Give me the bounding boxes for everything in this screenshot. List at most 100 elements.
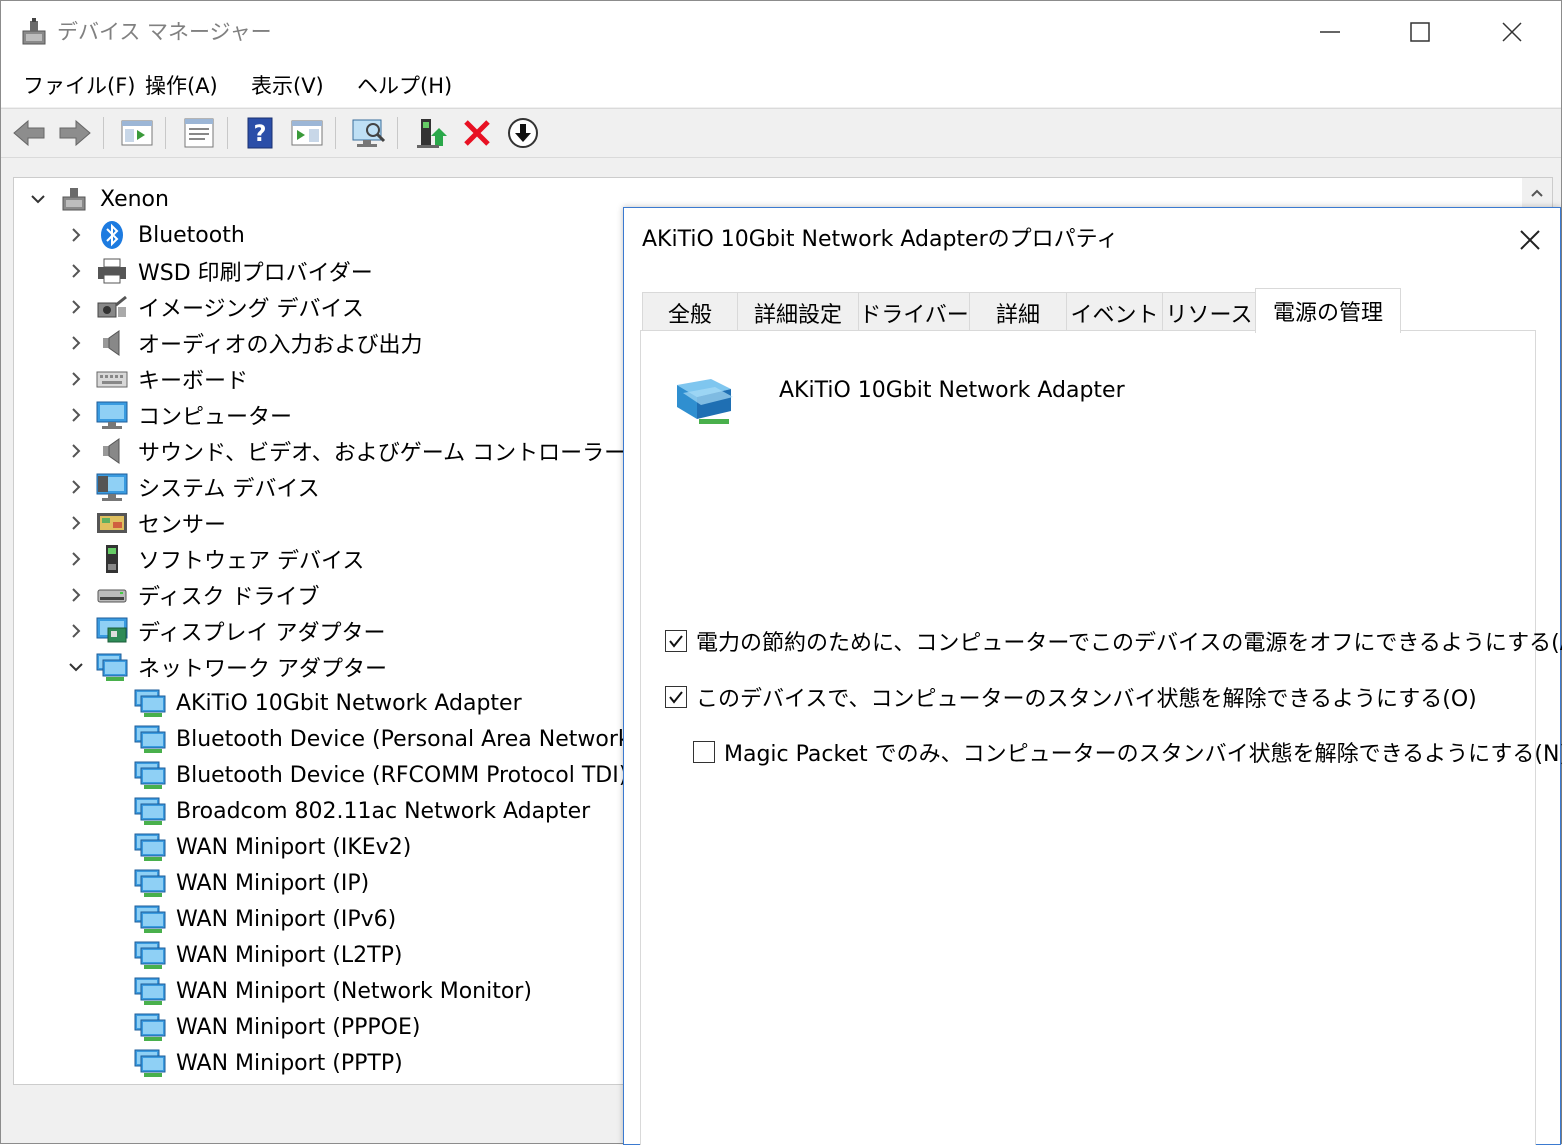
tree-device-item[interactable]: WAN Miniport (IPv6) bbox=[134, 902, 396, 936]
chevron-right-icon[interactable] bbox=[64, 583, 88, 607]
tree-category[interactable]: オーディオの入力および出力 bbox=[64, 326, 422, 360]
chevron-right-icon[interactable] bbox=[64, 403, 88, 427]
chevron-right-icon[interactable] bbox=[64, 619, 88, 643]
close-window-button[interactable] bbox=[1467, 9, 1557, 55]
tab-driver[interactable]: ドライバー bbox=[858, 292, 970, 332]
back-arrow-icon[interactable] bbox=[11, 116, 47, 150]
scan-hardware-icon[interactable] bbox=[351, 116, 387, 150]
menu-view[interactable]: 表示(V) bbox=[251, 71, 324, 101]
title-bar: デバイス マネージャー bbox=[1, 1, 1561, 63]
tree-category[interactable]: ディスプレイ アダプター bbox=[64, 614, 385, 648]
action-pane-icon[interactable] bbox=[289, 116, 325, 150]
tree-item-label: センサー bbox=[138, 513, 227, 538]
tree-root-xenon[interactable]: Xenon bbox=[26, 182, 169, 216]
chevron-right-icon[interactable] bbox=[64, 259, 88, 283]
tree-device-item[interactable]: WAN Miniport (IP) bbox=[134, 866, 369, 900]
scroll-up-arrow-icon[interactable] bbox=[1522, 178, 1552, 208]
chevron-right-icon[interactable] bbox=[64, 295, 88, 319]
status-bar bbox=[13, 1085, 625, 1139]
tree-device-item[interactable]: WAN Miniport (PPPOE) bbox=[134, 1010, 420, 1044]
tree-category[interactable]: イメージング デバイス bbox=[64, 290, 364, 324]
network-adapter-icon bbox=[134, 1048, 166, 1078]
network-adapter-icon bbox=[134, 724, 166, 754]
menu-action[interactable]: 操作(A) bbox=[145, 71, 218, 101]
chevron-right-icon[interactable] bbox=[64, 367, 88, 391]
tree-device-item[interactable]: Broadcom 802.11ac Network Adapter bbox=[134, 794, 590, 828]
chevron-right-icon[interactable] bbox=[64, 547, 88, 571]
menu-help[interactable]: ヘルプ(H) bbox=[357, 71, 452, 101]
tree-category[interactable]: センサー bbox=[64, 506, 226, 540]
window-title: デバイス マネージャー bbox=[57, 20, 272, 44]
computer-tower-icon bbox=[58, 184, 90, 214]
chevron-right-icon[interactable] bbox=[64, 223, 88, 247]
checkbox[interactable] bbox=[665, 686, 687, 708]
camera-icon bbox=[96, 292, 128, 322]
tab-power-management[interactable]: 電源の管理 bbox=[1255, 288, 1401, 333]
tree-category[interactable]: Bluetooth bbox=[64, 218, 245, 252]
chevron-right-icon[interactable] bbox=[64, 331, 88, 355]
network-adapter-icon bbox=[675, 371, 737, 427]
option-allow-power-off[interactable]: 電力の節約のために、コンピューターでこのデバイスの電源をオフにできるようにする(… bbox=[665, 625, 1562, 657]
tree-category[interactable]: キーボード bbox=[64, 362, 248, 396]
close-icon bbox=[1502, 22, 1522, 42]
chevron-down-icon[interactable] bbox=[64, 655, 88, 679]
tab-general[interactable]: 全般 bbox=[642, 292, 738, 332]
chevron-right-icon[interactable] bbox=[64, 439, 88, 463]
forward-arrow-icon[interactable] bbox=[57, 116, 93, 150]
tab-events[interactable]: イベント bbox=[1066, 292, 1163, 332]
tree-device-item[interactable]: Bluetooth Device (RFCOMM Protocol TDI) bbox=[134, 758, 627, 792]
tree-device-item[interactable]: WAN Miniport (L2TP) bbox=[134, 938, 402, 972]
tree-item-label: Broadcom 802.11ac Network Adapter bbox=[176, 798, 591, 824]
tree-category[interactable]: サウンド、ビデオ、およびゲーム コントローラー bbox=[64, 434, 626, 468]
tree-item-label: ディスプレイ アダプター bbox=[138, 621, 386, 646]
menu-file[interactable]: ファイル(F) bbox=[23, 71, 135, 101]
tree-item-label: ソフトウェア デバイス bbox=[138, 549, 365, 574]
update-driver-icon[interactable] bbox=[413, 116, 449, 150]
tree-item-label: WAN Miniport (Network Monitor) bbox=[176, 978, 532, 1004]
option-label: Magic Packet でのみ、コンピューターのスタンバイ状態を解除できるよう… bbox=[724, 742, 1562, 767]
toolbar-separator bbox=[335, 117, 336, 149]
tree-item-label: Bluetooth Device (RFCOMM Protocol TDI) bbox=[176, 762, 628, 788]
tree-device-item[interactable]: WAN Miniport (PPTP) bbox=[134, 1046, 403, 1080]
option-label: 電力の節約のために、コンピューターでこのデバイスの電源をオフにできるようにする(… bbox=[696, 631, 1562, 656]
toolbar-separator bbox=[103, 117, 104, 149]
tree-category[interactable]: ネットワーク アダプター bbox=[64, 650, 387, 684]
tree-item-label: キーボード bbox=[138, 369, 249, 394]
checkbox[interactable] bbox=[665, 630, 687, 652]
tab-advanced[interactable]: 詳細設定 bbox=[737, 292, 859, 332]
chevron-down-icon[interactable] bbox=[26, 187, 50, 211]
chevron-right-icon[interactable] bbox=[64, 475, 88, 499]
properties-dialog: AKiTiO 10Gbit Network Adapterのプロパティ 全般 詳… bbox=[623, 207, 1562, 1145]
tree-category[interactable]: システム デバイス bbox=[64, 470, 320, 504]
tree-category[interactable]: ディスク ドライブ bbox=[64, 578, 319, 612]
tree-device-item[interactable]: AKiTiO 10Gbit Network Adapter bbox=[134, 686, 522, 720]
option-magic-packet-only[interactable]: Magic Packet でのみ、コンピューターのスタンバイ状態を解除できるよう… bbox=[693, 736, 1562, 768]
help-icon[interactable]: ? bbox=[243, 116, 279, 150]
network-adapter-icon bbox=[134, 976, 166, 1006]
tree-category[interactable]: コンピューター bbox=[64, 398, 292, 432]
minimize-button[interactable] bbox=[1285, 9, 1375, 55]
tree-item-label: AKiTiO 10Gbit Network Adapter bbox=[176, 690, 522, 716]
tree-category[interactable]: ソフトウェア デバイス bbox=[64, 542, 364, 576]
system-devices-icon bbox=[96, 472, 128, 502]
checkbox[interactable] bbox=[693, 741, 715, 763]
tree-device-item[interactable]: WAN Miniport (Network Monitor) bbox=[134, 974, 532, 1008]
dialog-title: AKiTiO 10Gbit Network Adapterのプロパティ bbox=[642, 227, 1119, 252]
maximize-button[interactable] bbox=[1375, 9, 1465, 55]
network-adapter-icon bbox=[134, 1012, 166, 1042]
tree-category[interactable]: WSD 印刷プロバイダー bbox=[64, 254, 373, 288]
toolbar-separator bbox=[165, 117, 166, 149]
tree-device-item[interactable]: Bluetooth Device (Personal Area Network) bbox=[134, 722, 639, 756]
chevron-right-icon[interactable] bbox=[64, 511, 88, 535]
properties-icon[interactable] bbox=[181, 116, 217, 150]
tab-resources[interactable]: リソース bbox=[1162, 292, 1256, 332]
network-adapter-icon bbox=[134, 796, 166, 826]
option-allow-wake[interactable]: このデバイスで、コンピューターのスタンバイ状態を解除できるようにする(O) bbox=[665, 681, 1477, 713]
tree-device-item[interactable]: WAN Miniport (IKEv2) bbox=[134, 830, 411, 864]
show-hide-tree-icon[interactable] bbox=[119, 116, 155, 150]
disable-device-icon[interactable] bbox=[505, 116, 541, 150]
tab-details[interactable]: 詳細 bbox=[969, 292, 1067, 332]
uninstall-device-icon[interactable] bbox=[459, 116, 495, 150]
dialog-close-button[interactable] bbox=[1510, 220, 1550, 260]
close-icon bbox=[1520, 230, 1540, 250]
